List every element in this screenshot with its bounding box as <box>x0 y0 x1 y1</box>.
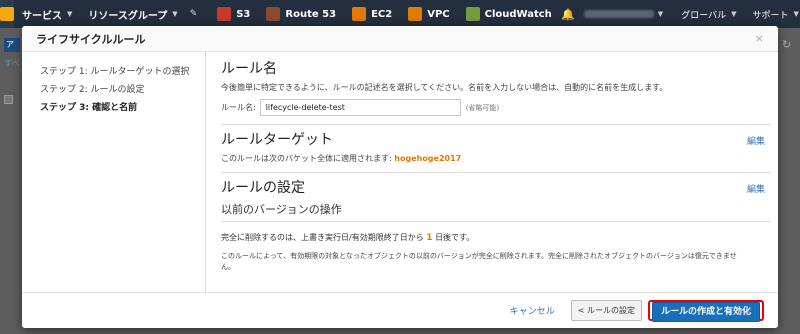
review-content: ルール名 今後簡単に特定できるように、ルールの記述名を選択してください。名前を入… <box>221 52 771 292</box>
modal-title: ライフサイクルルール <box>36 32 146 46</box>
wizard-steps: ステップ 1: ルールターゲットの選択 ステップ 2: ルールの設定 ステップ … <box>22 52 206 292</box>
delete-suffix: 日後です。 <box>435 233 475 242</box>
shortcut-label: S3 <box>236 8 251 20</box>
region-label: グローバル <box>681 10 727 21</box>
chevron-down-icon: ▼ <box>657 10 664 18</box>
create-and-enable-button[interactable]: ルールの作成と有効化 <box>651 302 760 322</box>
rule-target-text: このルールは次のバケット全体に適用されます: hogehoge2017 <box>221 153 771 164</box>
resource-groups-label: リソースグループ <box>88 10 168 22</box>
close-icon[interactable]: × <box>755 32 764 45</box>
refresh-icon: ↻ <box>782 38 792 51</box>
services-label: サービス <box>22 10 62 22</box>
shortcut-label: Route 53 <box>285 8 337 20</box>
shortcut-vpc[interactable]: VPC <box>400 0 457 28</box>
subsection-divider <box>221 221 771 222</box>
rule-name-description: 今後簡単に特定できるように、ルールの記述名を選択してください。名前を入力しない場… <box>221 83 668 92</box>
rule-target-description: このルールは次のバケット全体に適用されます: <box>221 154 392 163</box>
rule-target-heading: ルールターゲット <box>221 132 333 148</box>
step-rule-settings[interactable]: ステップ 2: ルールの設定 <box>40 82 205 95</box>
shortcut-label: VPC <box>427 8 450 20</box>
rule-name-input[interactable] <box>259 99 461 116</box>
background-checkbox <box>4 95 13 104</box>
modal-header: ライフサイクルルール × <box>22 26 778 52</box>
background-link: すべ <box>4 59 20 68</box>
s3-icon <box>217 7 232 21</box>
bell-icon[interactable]: 🔔 <box>560 8 576 21</box>
region-menu[interactable]: グローバル ▼ <box>673 0 744 28</box>
previous-versions-heading: 以前のバージョンの操作 <box>221 203 342 216</box>
shortcut-s3[interactable]: S3 <box>209 0 258 28</box>
vpc-icon <box>408 7 423 21</box>
rule-name-label: ルール名: <box>221 103 256 112</box>
background-button: ア <box>4 38 20 52</box>
pin-icon[interactable]: ✎ <box>186 0 202 28</box>
chevron-down-icon: ▼ <box>731 10 737 18</box>
edit-target-link[interactable]: 編集 <box>747 134 765 147</box>
chevron-down-icon: ▼ <box>67 10 73 18</box>
back-button[interactable]: < ルールの設定 <box>570 300 642 321</box>
shortcut-label: CloudWatch <box>484 8 552 20</box>
route53-icon <box>266 7 281 21</box>
support-label: サポート <box>752 10 789 21</box>
spellcheck-underline <box>265 111 343 113</box>
edit-settings-link[interactable]: 編集 <box>747 182 765 195</box>
rule-name-row: ルール名: (省略可能) <box>221 99 771 116</box>
account-name-blurred[interactable] <box>583 10 654 18</box>
section-divider <box>221 172 771 173</box>
shortcut-label: EC2 <box>371 8 393 20</box>
ec2-icon <box>352 7 367 21</box>
rule-name-heading: ルール名 <box>221 61 277 77</box>
step-select-target[interactable]: ステップ 1: ルールターゲットの選択 <box>40 64 205 77</box>
support-menu[interactable]: サポート ▼ <box>745 0 800 28</box>
chevron-down-icon: ▼ <box>793 10 799 18</box>
section-divider <box>221 124 771 125</box>
shortcut-ec2[interactable]: EC2 <box>344 0 400 28</box>
services-menu[interactable]: サービス ▼ <box>14 0 80 28</box>
resource-groups-menu[interactable]: リソースグループ ▼ <box>80 0 185 28</box>
bucket-name: hogehoge2017 <box>394 154 462 163</box>
delete-prefix: 完全に削除するのは、上書き実行日/有効期限終了日から <box>221 233 424 242</box>
aws-top-nav: サービス ▼ リソースグループ ▼ ✎ S3 Route 53 EC2 VPC Cl… <box>0 0 800 28</box>
shortcut-route53[interactable]: Route 53 <box>258 0 344 28</box>
delete-rule-text: 完全に削除するのは、上書き実行日/有効期限終了日から 1 日後です。 <box>221 232 771 243</box>
shortcut-cloudwatch[interactable]: CloudWatch <box>458 0 560 28</box>
highlight-box: ルールの作成と有効化 <box>647 300 764 322</box>
rule-settings-heading: ルールの設定 <box>221 180 305 196</box>
modal-footer: キャンセル < ルールの設定 ルールの作成と有効化 <box>22 292 778 328</box>
step-review-name[interactable]: ステップ 3: 確認と名前 <box>40 100 205 113</box>
cancel-button[interactable]: キャンセル <box>510 304 555 317</box>
delete-note: このルールによって、有効期限の対象となったオブジェクトの以前のバージョンが完全に… <box>221 252 737 271</box>
optional-hint: (省略可能) <box>465 103 500 112</box>
chevron-down-icon: ▼ <box>172 10 178 18</box>
lifecycle-rule-modal: ライフサイクルルール × ステップ 1: ルールターゲットの選択 ステップ 2:… <box>22 26 778 328</box>
cloudwatch-icon <box>465 7 480 21</box>
delete-days: 1 <box>426 233 433 243</box>
aws-logo-icon[interactable] <box>0 0 14 28</box>
